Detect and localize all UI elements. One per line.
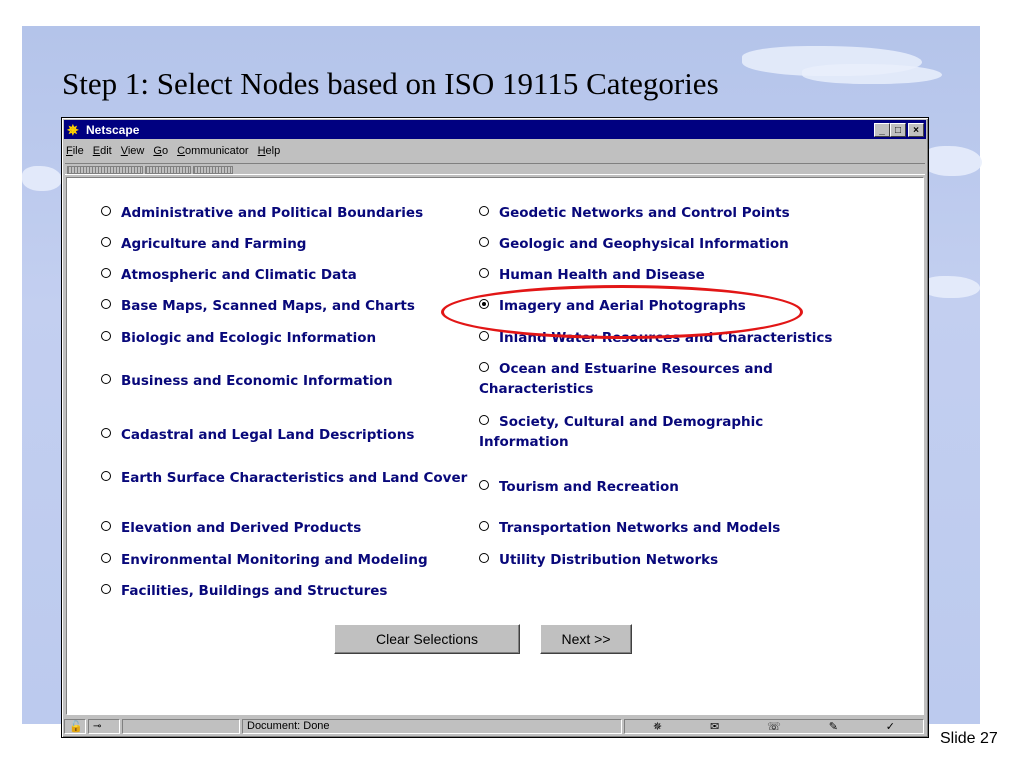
category-option[interactable]: Ocean and Estuarine Resources and Charac…: [467, 359, 849, 399]
progress-bar: [122, 718, 240, 734]
cloud-decoration: [922, 276, 980, 298]
category-label: Atmospheric and Climatic Data: [121, 267, 357, 283]
category-label: Facilities, Buildings and Structures: [121, 583, 388, 599]
cloud-decoration: [802, 64, 942, 84]
radio-button[interactable]: [101, 331, 111, 341]
menu-communicator[interactable]: Communicator: [177, 145, 249, 157]
category-option[interactable]: Environmental Monitoring and Modeling: [101, 550, 428, 570]
category-option[interactable]: Transportation Networks and Models: [479, 518, 780, 538]
radio-button[interactable]: [101, 237, 111, 247]
navigator-icon[interactable]: ✵: [653, 720, 662, 733]
category-option[interactable]: Geologic and Geophysical Information: [479, 234, 789, 254]
category-option[interactable]: Cadastral and Legal Land Descriptions: [101, 425, 414, 445]
radio-button[interactable]: [479, 553, 489, 563]
menu-file[interactable]: File: [66, 145, 84, 157]
highlight-ellipse: [441, 285, 803, 339]
category-label: Administrative and Political Boundaries: [121, 205, 424, 221]
category-label: Biologic and Ecologic Information: [121, 330, 377, 346]
radio-button[interactable]: [101, 206, 111, 216]
cloud-decoration: [922, 146, 982, 176]
security-lock-icon[interactable]: 🔓: [64, 718, 86, 734]
mail-icon[interactable]: ✉: [710, 720, 719, 733]
category-option[interactable]: Facilities, Buildings and Structures: [101, 581, 387, 601]
toolbar-grip[interactable]: [193, 166, 233, 174]
menu-go[interactable]: Go: [153, 145, 168, 157]
menu-bar: File Edit View Go Communicator Help: [66, 141, 289, 161]
category-label: Transportation Networks and Models: [499, 520, 781, 536]
composer-icon[interactable]: ✎: [829, 720, 838, 733]
radio-button[interactable]: [479, 331, 489, 341]
menu-edit[interactable]: Edit: [93, 145, 112, 157]
close-button[interactable]: ×: [908, 122, 924, 137]
category-label: Earth Surface Characteristics and Land C…: [121, 470, 468, 486]
component-bar: ✵ ✉ ☏ ✎ ✓: [624, 718, 924, 734]
title-bar: ✵ Netscape _ □ ×: [64, 120, 926, 139]
category-option[interactable]: Base Maps, Scanned Maps, and Charts: [101, 296, 415, 316]
category-option[interactable]: Human Health and Disease: [479, 265, 705, 285]
category-option[interactable]: Administrative and Political Boundaries: [101, 203, 423, 223]
category-label: Agriculture and Farming: [121, 236, 307, 252]
category-label: Geodetic Networks and Control Points: [499, 205, 790, 221]
netscape-window: ✵ Netscape _ □ × File Edit View Go Commu…: [61, 117, 929, 738]
radio-button[interactable]: [101, 521, 111, 531]
category-option[interactable]: Society, Cultural and Demographic Inform…: [467, 412, 839, 452]
window-title: Netscape: [86, 122, 140, 137]
slide-title: Step 1: Select Nodes based on ISO 19115 …: [62, 66, 719, 101]
radio-button[interactable]: [479, 415, 489, 425]
category-option[interactable]: Earth Surface Characteristics and Land C…: [87, 468, 471, 488]
next-button[interactable]: Next >>: [540, 624, 632, 654]
slide-number: Slide 27: [940, 730, 998, 747]
category-label: Base Maps, Scanned Maps, and Charts: [121, 298, 415, 314]
category-option[interactable]: Business and Economic Information: [101, 371, 393, 391]
category-label: Ocean and Estuarine Resources and Charac…: [479, 361, 773, 397]
category-label: Cadastral and Legal Land Descriptions: [121, 427, 415, 443]
radio-button[interactable]: [479, 237, 489, 247]
menu-view[interactable]: View: [121, 145, 145, 157]
minimize-button[interactable]: _: [874, 122, 890, 137]
category-option[interactable]: Atmospheric and Climatic Data: [101, 265, 357, 285]
toolbar-grip[interactable]: [67, 166, 143, 174]
status-bar: 🔓 ⊸ Document: Done ✵ ✉ ☏ ✎ ✓: [64, 717, 926, 735]
category-label: Tourism and Recreation: [499, 479, 679, 495]
toolbar-grip[interactable]: [145, 166, 191, 174]
collapsed-toolbars: [65, 163, 925, 175]
clear-selections-button[interactable]: Clear Selections: [334, 624, 520, 654]
radio-button[interactable]: [479, 521, 489, 531]
radio-button[interactable]: [479, 206, 489, 216]
radio-button[interactable]: [101, 374, 111, 384]
radio-button[interactable]: [101, 428, 111, 438]
edit-icon[interactable]: ✓: [886, 720, 895, 733]
radio-button[interactable]: [479, 362, 489, 372]
category-label: Business and Economic Information: [121, 373, 393, 389]
connection-plug-icon: ⊸: [88, 718, 120, 734]
category-label: Utility Distribution Networks: [499, 552, 719, 568]
radio-button[interactable]: [101, 584, 111, 594]
category-option[interactable]: Biologic and Ecologic Information: [101, 328, 376, 348]
category-option[interactable]: Elevation and Derived Products: [101, 518, 361, 538]
category-option[interactable]: Tourism and Recreation: [479, 477, 679, 497]
category-label: Geologic and Geophysical Information: [499, 236, 789, 252]
menu-help[interactable]: Help: [258, 145, 281, 157]
radio-button[interactable]: [479, 480, 489, 490]
page-content: Administrative and Political Boundaries …: [66, 177, 924, 715]
category-label: Environmental Monitoring and Modeling: [121, 552, 428, 568]
category-option[interactable]: Utility Distribution Networks: [479, 550, 718, 570]
radio-button[interactable]: [101, 471, 111, 481]
category-option[interactable]: Geodetic Networks and Control Points: [479, 203, 790, 223]
radio-button[interactable]: [101, 553, 111, 563]
maximize-button[interactable]: □: [890, 122, 906, 137]
category-label: Human Health and Disease: [499, 267, 705, 283]
cloud-decoration: [22, 166, 62, 191]
category-label: Elevation and Derived Products: [121, 520, 362, 536]
category-label: Society, Cultural and Demographic Inform…: [479, 414, 764, 450]
category-option[interactable]: Agriculture and Farming: [101, 234, 306, 254]
radio-button[interactable]: [101, 299, 111, 309]
radio-button[interactable]: [101, 268, 111, 278]
window-controls: _ □ ×: [874, 122, 924, 137]
discussion-icon[interactable]: ☏: [767, 720, 781, 733]
radio-button[interactable]: [479, 268, 489, 278]
netscape-logo-icon: ✵: [67, 121, 79, 138]
status-text: Document: Done: [242, 718, 622, 734]
